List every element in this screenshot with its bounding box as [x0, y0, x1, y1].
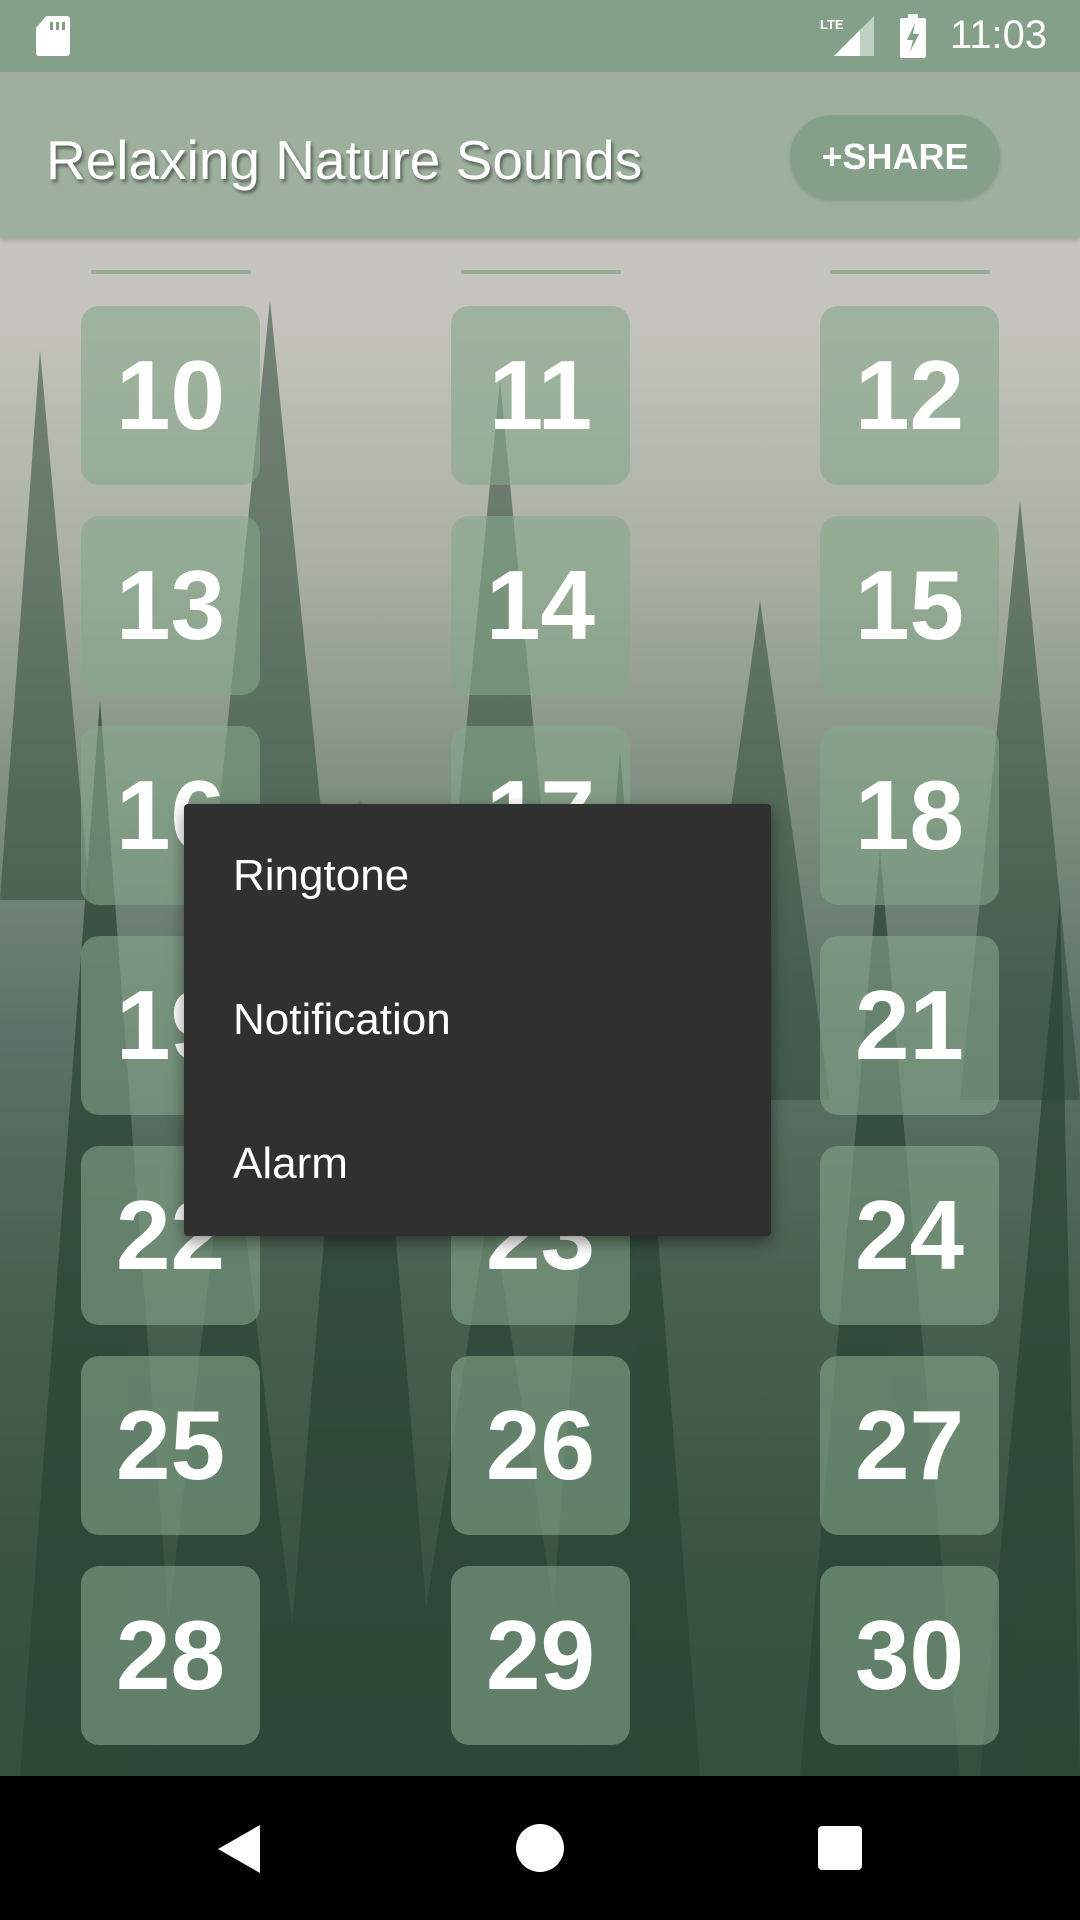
app-title: Relaxing Nature Sounds	[46, 129, 643, 191]
menu-item-alarm[interactable]: Alarm	[184, 1092, 771, 1236]
clock: 11:03	[950, 13, 1048, 57]
svg-text:LTE: LTE	[820, 17, 844, 32]
context-menu: Ringtone Notification Alarm	[184, 804, 771, 1236]
sound-tile[interactable]: 14	[451, 516, 630, 695]
share-button[interactable]: +SHARE	[790, 115, 1000, 199]
back-icon[interactable]	[218, 1825, 260, 1873]
status-bar: LTE 11:03	[0, 0, 1080, 72]
sound-tile[interactable]: 18	[820, 726, 999, 905]
sound-tile[interactable]: 26	[451, 1356, 630, 1535]
sound-tile[interactable]: 30	[820, 1566, 999, 1745]
partial-tile[interactable]	[830, 270, 990, 274]
recents-icon[interactable]	[818, 1826, 862, 1870]
sound-tile[interactable]: 13	[81, 516, 260, 695]
sound-tile[interactable]: 24	[820, 1146, 999, 1325]
app-bar: Relaxing Nature Sounds +SHARE	[0, 72, 1080, 238]
home-icon[interactable]	[516, 1824, 564, 1872]
menu-item-ringtone[interactable]: Ringtone	[184, 804, 771, 948]
sound-tile[interactable]: 25	[81, 1356, 260, 1535]
lte-signal-icon: LTE	[820, 16, 874, 56]
battery-charging-icon	[900, 14, 926, 58]
sound-tile[interactable]: 11	[451, 306, 630, 485]
sound-tile[interactable]: 15	[820, 516, 999, 695]
sound-tile[interactable]: 12	[820, 306, 999, 485]
partial-tile[interactable]	[91, 270, 251, 274]
sd-card-icon	[36, 16, 70, 56]
sound-tile[interactable]: 28	[81, 1566, 260, 1745]
sound-tile[interactable]: 27	[820, 1356, 999, 1535]
partial-tile[interactable]	[461, 270, 621, 274]
sound-tile[interactable]: 21	[820, 936, 999, 1115]
menu-item-notification[interactable]: Notification	[184, 948, 771, 1092]
sound-tile[interactable]: 10	[81, 306, 260, 485]
sound-tile[interactable]: 29	[451, 1566, 630, 1745]
